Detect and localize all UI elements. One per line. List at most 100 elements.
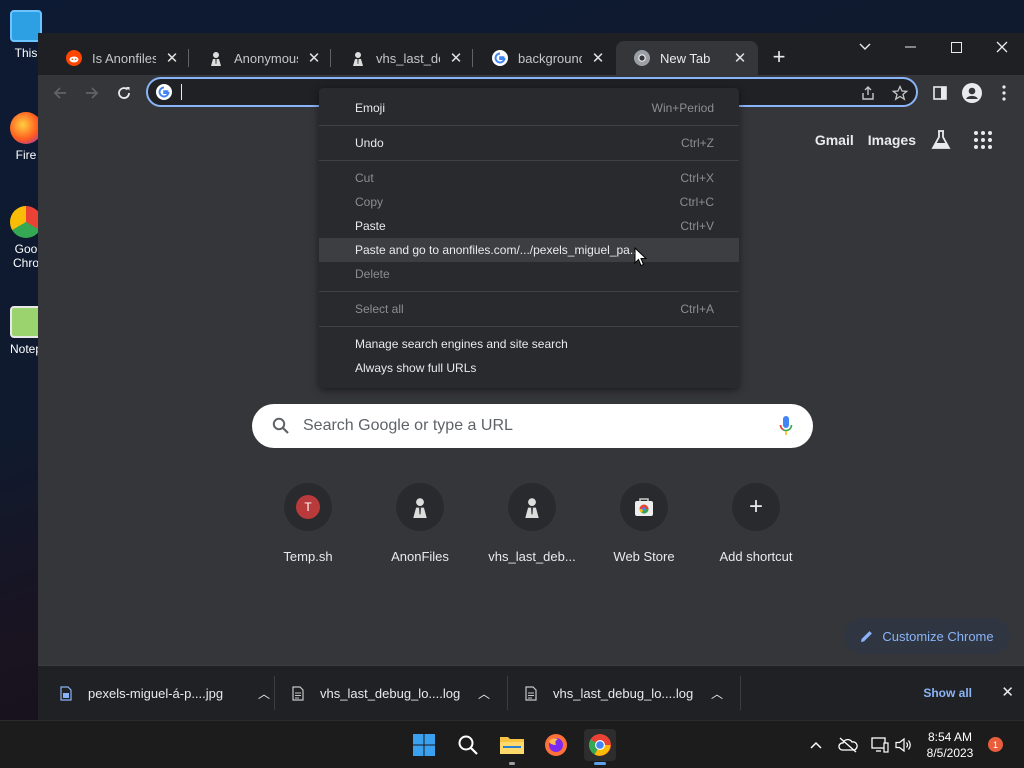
system-clock[interactable]: 8:54 AM 8/5/2023 [918, 729, 982, 761]
back-button[interactable] [46, 79, 74, 107]
close-icon[interactable]: ✕ [590, 50, 606, 67]
tab-reddit[interactable]: Is Anonfiles.co ✕ [48, 41, 190, 75]
chevron-up-icon[interactable]: ︿ [707, 685, 727, 702]
forward-button[interactable] [78, 79, 106, 107]
web-store-icon [620, 483, 668, 531]
labs-flask-icon[interactable] [930, 129, 952, 151]
taskbar-search-button[interactable] [452, 729, 484, 761]
new-tab-button[interactable]: + [767, 44, 791, 69]
menu-item-paste[interactable]: Paste Ctrl+V [319, 214, 739, 238]
search-placeholder: Search Google or type a URL [303, 417, 513, 434]
shortcut-anonfiles[interactable]: AnonFiles [364, 483, 476, 564]
firefox-icon [545, 734, 567, 756]
clock-time: 8:54 AM [927, 730, 973, 744]
side-panel-button[interactable] [926, 79, 954, 107]
menu-item-shortcut: Ctrl+C [679, 195, 714, 209]
onedrive-offline-icon[interactable] [838, 735, 858, 755]
shortcut-name: Temp.sh [283, 549, 333, 564]
shortcut-name: vhs_last_deb... [488, 549, 576, 564]
anon-icon [396, 483, 444, 531]
download-item[interactable]: vhs_last_debug_lo....log ︿ [292, 666, 494, 720]
close-icon[interactable]: ✕ [306, 50, 322, 67]
maximize-button[interactable] [933, 35, 979, 59]
menu-item-undo[interactable]: Undo Ctrl+Z [319, 131, 739, 155]
close-icon[interactable]: ✕ [164, 50, 180, 67]
menu-separator [319, 160, 739, 161]
notification-badge[interactable]: 1 [988, 737, 1003, 752]
images-link[interactable]: Images [868, 132, 916, 148]
close-icon[interactable]: ✕ [448, 50, 464, 67]
menu-item-always-show-full-urls[interactable]: Always show full URLs [319, 356, 739, 380]
download-item[interactable]: vhs_last_debug_lo....log ︿ [525, 666, 727, 720]
start-button[interactable] [408, 729, 440, 761]
file-icon [525, 685, 537, 701]
network-icon[interactable] [870, 735, 890, 755]
show-all-downloads-link[interactable]: Show all [923, 686, 972, 700]
share-icon[interactable] [858, 83, 878, 103]
menu-item-copy: Copy Ctrl+C [319, 190, 739, 214]
temp-sh-icon: T [284, 483, 332, 531]
menu-item-label: Always show full URLs [355, 361, 477, 375]
chevron-up-icon[interactable]: ︿ [474, 685, 494, 702]
arrow-right-icon [86, 87, 99, 99]
volume-icon[interactable] [894, 735, 914, 755]
anon-icon [211, 52, 221, 66]
windows-taskbar: 8:54 AM 8/5/2023 1 [0, 720, 1024, 768]
shortcut-web-store[interactable]: Web Store [588, 483, 700, 564]
tab-google-background[interactable]: background - G ✕ [474, 41, 616, 75]
tab-divider [188, 49, 189, 67]
download-divider [274, 676, 275, 710]
file-icon [292, 685, 304, 701]
shortcut-vhs-last-debug[interactable]: vhs_last_deb... [476, 483, 588, 564]
profile-button[interactable] [958, 79, 986, 107]
menu-item-label: Cut [355, 171, 374, 185]
tab-title: Is Anonfiles.co [92, 50, 156, 66]
menu-item-shortcut: Ctrl+X [680, 171, 714, 185]
reload-button[interactable] [110, 79, 138, 107]
chevron-up-icon[interactable]: ︿ [254, 685, 274, 702]
tab-strip: Is Anonfiles.co ✕ Anonymous Fi ✕ vhs_las… [38, 33, 1024, 75]
tab-new-tab[interactable]: New Tab ✕ [616, 41, 758, 75]
shortcut-add[interactable]: + Add shortcut [700, 483, 812, 564]
apps-grid-icon[interactable] [972, 129, 994, 151]
bookmark-star-icon[interactable] [890, 83, 910, 103]
gmail-link[interactable]: Gmail [815, 132, 854, 148]
shortcut-name: Add shortcut [719, 549, 793, 564]
tab-anonymous[interactable]: Anonymous Fi ✕ [190, 41, 332, 75]
menu-item-manage-search-engines[interactable]: Manage search engines and site search [319, 332, 739, 356]
reload-icon [118, 87, 130, 99]
microphone-icon[interactable] [779, 415, 793, 437]
menu-item-label: Paste [355, 219, 386, 233]
minimize-button[interactable] [887, 35, 933, 59]
show-hidden-icons-chevron[interactable] [806, 735, 826, 755]
download-item[interactable]: pexels-miguel-á-p....jpg ︿ [60, 666, 274, 720]
plus-icon: + [732, 483, 780, 531]
tab-search-chevron-icon[interactable] [842, 35, 888, 59]
taskbar-chrome[interactable] [584, 729, 616, 765]
text-caret [181, 84, 182, 100]
menu-item-shortcut: Ctrl+A [680, 302, 714, 316]
customize-chrome-button[interactable]: Customize Chrome [844, 618, 1010, 654]
search-icon [272, 417, 289, 434]
menu-item-label: Emoji [355, 101, 386, 115]
tab-vhs-debug[interactable]: vhs_last_debug ✕ [332, 41, 474, 75]
ntp-search-box[interactable]: Search Google or type a URL [252, 404, 813, 448]
chrome-menu-button[interactable] [990, 79, 1018, 107]
taskbar-firefox[interactable] [540, 729, 572, 761]
menu-separator [319, 291, 739, 292]
menu-item-shortcut: Ctrl+V [680, 219, 714, 233]
shortcut-name: AnonFiles [391, 549, 449, 564]
close-icon[interactable]: ✕ [1001, 683, 1014, 701]
search-icon [458, 735, 478, 755]
menu-item-emoji[interactable]: Emoji Win+Period [319, 96, 739, 120]
tab-title: New Tab [660, 50, 711, 66]
close-icon[interactable]: ✕ [732, 50, 748, 67]
menu-item-shortcut: Win+Period [651, 101, 714, 115]
shortcut-temp-sh[interactable]: T Temp.sh [252, 483, 364, 564]
taskbar-file-explorer[interactable] [496, 729, 528, 765]
close-window-button[interactable] [979, 35, 1024, 59]
menu-item-label: Manage search engines and site search [355, 337, 568, 351]
menu-item-paste-and-go[interactable]: Paste and go to anonfiles.com/.../pexels… [319, 238, 739, 262]
download-shelf: pexels-miguel-á-p....jpg ︿ vhs_last_debu… [38, 665, 1024, 720]
reddit-icon [66, 50, 82, 66]
